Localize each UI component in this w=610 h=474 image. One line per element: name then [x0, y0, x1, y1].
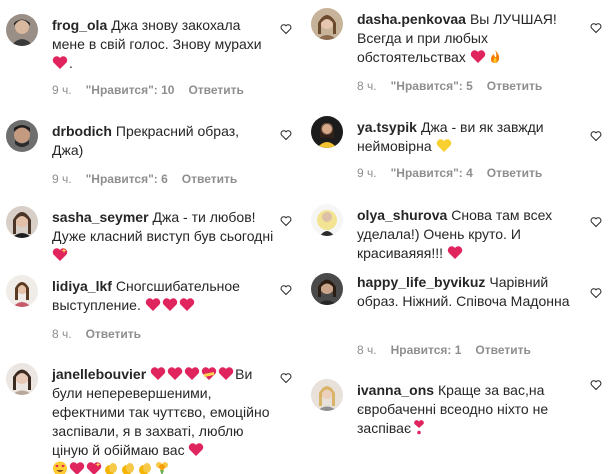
comment-likes[interactable]: Нравится: 1 [391, 343, 462, 357]
comment-username[interactable]: ivanna_ons [357, 382, 434, 398]
heart-icon [145, 297, 161, 312]
yellow-heart-icon [436, 138, 452, 153]
comment-username[interactable]: drbodich [52, 123, 112, 139]
comment-likes[interactable]: "Нравится": 6 [86, 172, 168, 186]
heart-icon [167, 366, 183, 381]
comment-body: olya_shurova Снова там всех уделала!) Оче… [357, 206, 585, 263]
reply-button[interactable]: Ответить [487, 166, 542, 180]
sparkle-heart-icon [86, 461, 102, 474]
comment: lidiya_lkf Сногсшибательное выступление. … [0, 275, 300, 347]
like-heart-icon[interactable] [590, 216, 604, 230]
comment-likes[interactable]: "Нравится": 5 [391, 79, 473, 93]
comment-meta: 8 ч. Ответить [52, 327, 155, 341]
avatar[interactable] [311, 204, 343, 236]
comment-meta: 9 ч. "Нравится": 10 Ответить [52, 83, 258, 97]
heart-icon [188, 442, 204, 457]
avatar[interactable] [311, 8, 343, 40]
comment-body: sasha_seymer Джа - ти любов! Дуже класний… [52, 208, 274, 265]
heart-ribbon-icon [201, 366, 217, 381]
comment-likes[interactable]: "Нравится": 4 [391, 166, 473, 180]
comment: olya_shurova Снова там всех уделала!) Оче… [305, 204, 605, 264]
comment-time[interactable]: 9 ч. [52, 83, 72, 97]
comment-meta: 9 ч. "Нравится": 6 Ответить [52, 172, 251, 186]
comment: happy_life_byvikuz Чарівний образ. Ніжний… [305, 273, 605, 363]
like-heart-icon[interactable] [590, 130, 604, 144]
comment-username[interactable]: lidiya_lkf [52, 278, 112, 294]
fire-icon [487, 49, 503, 64]
comment-username[interactable]: frog_ola [52, 17, 107, 33]
clap-icon [137, 461, 153, 474]
avatar[interactable] [311, 116, 343, 148]
like-heart-icon[interactable] [280, 372, 294, 386]
clap-icon [120, 461, 136, 474]
comment-body: drbodich Прекрасний образ, Джа) [52, 122, 274, 160]
comment: dasha.penkovaa Вы ЛУЧШАЯ! Всегда и при лю… [305, 8, 605, 98]
comment: ivanna_ons Краще за вас,на євробаченні вс… [305, 379, 605, 459]
comment-body: lidiya_lkf Сногсшибательное выступление. [52, 277, 274, 315]
reply-button[interactable]: Ответить [86, 327, 141, 341]
comment-body: ivanna_ons Краще за вас,на євробаченні вс… [357, 381, 585, 438]
heart-exclamation-icon [411, 420, 427, 435]
comment-body: happy_life_byvikuz Чарівний образ. Ніжний… [357, 273, 585, 311]
comment-username[interactable]: olya_shurova [357, 207, 447, 223]
heart-icon [470, 49, 486, 64]
like-heart-icon[interactable] [280, 23, 294, 37]
reply-button[interactable]: Ответить [487, 79, 542, 93]
avatar[interactable] [6, 363, 38, 395]
comment-meta: 8 ч. "Нравится": 5 Ответить [357, 79, 556, 93]
comment: ya.tsypik Джа - ви як завжди неймовірна 9… [305, 116, 605, 188]
like-heart-icon[interactable] [280, 284, 294, 298]
comment-body: dasha.penkovaa Вы ЛУЧШАЯ! Всегда и при лю… [357, 10, 585, 67]
heart-icon [52, 55, 68, 70]
reply-button[interactable]: Ответить [188, 83, 243, 97]
comments-column-right: dasha.penkovaa Вы ЛУЧШАЯ! Всегда и при лю… [305, 0, 605, 474]
comment-likes[interactable]: "Нравится": 10 [86, 83, 175, 97]
comment-time[interactable]: 8 ч. [52, 327, 72, 341]
comment-username[interactable]: dasha.penkovaa [357, 11, 466, 27]
avatar[interactable] [6, 120, 38, 152]
heart-icon [184, 366, 200, 381]
comment-username[interactable]: janellebouvier [52, 366, 146, 382]
avatar[interactable] [311, 379, 343, 411]
comments-column-left: frog_ola Джа знову закохала мене в свій г… [0, 0, 300, 474]
comment: frog_ola Джа знову закохала мене в свій г… [0, 14, 300, 104]
reply-button[interactable]: Ответить [182, 172, 237, 186]
comment-text-trailing: . [69, 55, 73, 71]
like-heart-icon[interactable] [280, 129, 294, 143]
heart-icon [179, 297, 195, 312]
heart-eyes-icon [52, 461, 68, 474]
avatar[interactable] [6, 206, 38, 238]
comment-time[interactable]: 8 ч. [357, 343, 377, 357]
comment-body: frog_ola Джа знову закохала мене в свій г… [52, 16, 274, 73]
comment-time[interactable]: 8 ч. [357, 79, 377, 93]
avatar[interactable] [6, 14, 38, 46]
comment: janellebouvier Ви були неперевершеними, е… [0, 363, 300, 474]
comment-meta: 9 ч. "Нравится": 4 Ответить [357, 166, 556, 180]
like-heart-icon[interactable] [590, 379, 604, 393]
heart-icon [162, 297, 178, 312]
reply-button[interactable]: Ответить [475, 343, 530, 357]
like-heart-icon[interactable] [280, 215, 294, 229]
avatar[interactable] [6, 275, 38, 307]
comment-body: janellebouvier Ви були неперевершеними, е… [52, 365, 274, 474]
sparkle-heart-icon [52, 247, 68, 262]
avatar[interactable] [311, 273, 343, 305]
comment: drbodich Прекрасний образ, Джа) 9 ч. "Нрав… [0, 120, 300, 190]
heart-icon [218, 366, 234, 381]
heart-icon [69, 461, 85, 474]
heart-icon [447, 245, 463, 260]
bouquet-icon [154, 461, 170, 474]
comment: sasha_seymer Джа - ти любов! Дуже класний… [0, 206, 300, 264]
comment-username[interactable]: happy_life_byvikuz [357, 274, 485, 290]
comment-username[interactable]: sasha_seymer [52, 209, 149, 225]
comment-username[interactable]: ya.tsypik [357, 119, 417, 135]
comment-body: ya.tsypik Джа - ви як завжди неймовірна [357, 118, 585, 156]
comment-time[interactable]: 9 ч. [357, 166, 377, 180]
comment-meta: 8 ч. Нравится: 1 Ответить [357, 343, 545, 357]
heart-icon [150, 366, 166, 381]
comment-time[interactable]: 9 ч. [52, 172, 72, 186]
clap-icon [103, 461, 119, 474]
like-heart-icon[interactable] [590, 22, 604, 36]
like-heart-icon[interactable] [590, 287, 604, 301]
